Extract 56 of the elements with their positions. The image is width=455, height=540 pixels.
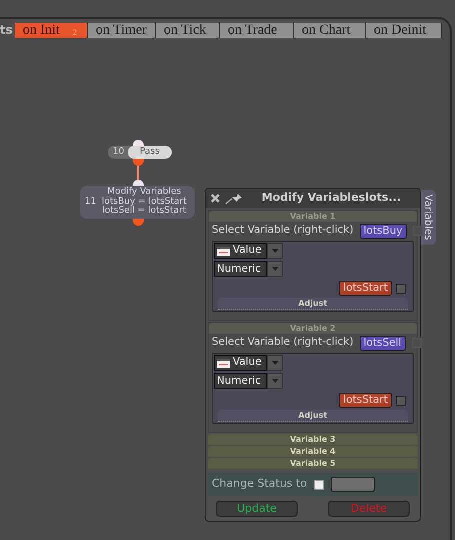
section-header[interactable]: Variable 3 bbox=[208, 434, 418, 445]
count-label: 2 bbox=[73, 28, 77, 38]
adjust-button[interactable]: Adjust bbox=[218, 410, 408, 422]
caret-icon[interactable] bbox=[267, 373, 283, 389]
type-dropdown[interactable]: Value bbox=[214, 355, 267, 371]
node-text: lotsSell = lotsStart bbox=[102, 207, 186, 217]
node-number: 11 bbox=[84, 196, 98, 209]
node-text: lotsBuy = lotsStart bbox=[102, 198, 187, 207]
output-port[interactable] bbox=[133, 219, 144, 226]
side-tab[interactable]: Variables bbox=[420, 190, 436, 245]
event-tab[interactable]: on Tick bbox=[156, 23, 220, 38]
side-tab-label: Variables bbox=[422, 194, 434, 240]
format-dropdown[interactable]: Numeric bbox=[214, 373, 267, 389]
section-header[interactable]: Variable 2 bbox=[209, 323, 417, 334]
event-tab[interactable]: on Chart bbox=[294, 23, 366, 38]
input-port[interactable] bbox=[133, 140, 144, 146]
adjust-button[interactable]: Adjust bbox=[218, 298, 408, 310]
checkbox[interactable] bbox=[396, 396, 406, 406]
section-header[interactable]: Variable 4 bbox=[208, 446, 418, 457]
event-tab[interactable]: on Deinit bbox=[366, 23, 442, 38]
section-header[interactable]: Variable 5 bbox=[208, 458, 418, 469]
event-tab[interactable]: on Init 2 bbox=[15, 23, 88, 38]
update-button[interactable]: Update bbox=[216, 501, 298, 517]
caret-icon[interactable] bbox=[267, 355, 283, 371]
node-text: Modify Variables bbox=[108, 188, 182, 198]
panel-title: Modify Variableslots... bbox=[260, 190, 402, 206]
canvas-title: ts bbox=[0, 23, 14, 38]
section-header[interactable]: Variable 1 bbox=[209, 211, 417, 222]
format-dropdown[interactable]: Numeric bbox=[214, 261, 267, 277]
event-tab[interactable]: on Trade bbox=[220, 23, 294, 38]
pass-node[interactable]: 10 Pass bbox=[108, 146, 172, 159]
value-chip[interactable]: lotsStart bbox=[339, 393, 392, 408]
node-label: Pass bbox=[128, 146, 172, 159]
caret-icon[interactable] bbox=[267, 243, 283, 259]
checkbox[interactable] bbox=[396, 284, 406, 294]
value-chip[interactable]: lotsStart bbox=[339, 281, 392, 296]
close-icon[interactable] bbox=[210, 193, 221, 204]
field-label: Select Variable (right-click) bbox=[212, 335, 354, 350]
variable-chip[interactable]: lotsBuy bbox=[360, 224, 407, 238]
checkbox[interactable] bbox=[412, 338, 422, 348]
event-tab[interactable]: on Timer bbox=[88, 23, 156, 38]
field-label: Change Status to bbox=[212, 476, 308, 492]
input-port[interactable] bbox=[133, 180, 144, 186]
field-label: Select Variable (right-click) bbox=[212, 223, 354, 238]
variable-chip[interactable]: lotsSell bbox=[360, 336, 406, 350]
color-field[interactable] bbox=[331, 477, 375, 492]
action-node[interactable]: 11 Modify Variables lotsBuy = lotsStart lotsSell = lotsStart bbox=[80, 186, 195, 219]
table-icon bbox=[217, 358, 230, 368]
node-number: 10 bbox=[112, 146, 126, 159]
caret-icon[interactable] bbox=[267, 261, 283, 277]
type-dropdown[interactable]: Value bbox=[214, 243, 267, 259]
table-icon bbox=[217, 246, 230, 256]
pin-icon[interactable] bbox=[225, 192, 243, 204]
status-checkbox[interactable] bbox=[314, 480, 324, 490]
checkbox[interactable] bbox=[412, 226, 423, 236]
output-port[interactable] bbox=[133, 159, 144, 166]
